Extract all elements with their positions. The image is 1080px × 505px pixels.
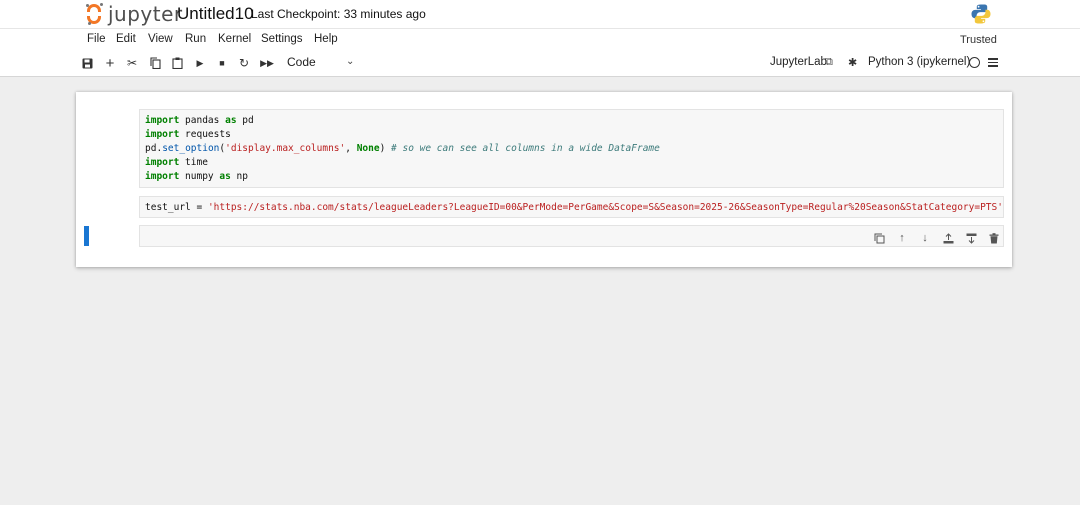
header-top: jupyter Untitled10 Last Checkpoint: 33 m… (0, 0, 1080, 29)
restart-icon[interactable]: ↻ (237, 56, 251, 70)
checkpoint-status: Last Checkpoint: 33 minutes ago (251, 7, 426, 21)
delete-icon[interactable] (987, 231, 1001, 245)
menu-run[interactable]: Run (185, 33, 206, 45)
logo-text: jupyter (108, 2, 183, 26)
code-input[interactable]: import pandas as pd import requests pd.s… (139, 109, 1004, 188)
menu-icon[interactable] (988, 58, 998, 67)
move-down-icon[interactable]: ↓ (918, 231, 932, 245)
external-link-icon[interactable]: ⧉ (825, 56, 833, 69)
insert-below-icon[interactable] (964, 231, 978, 245)
save-icon[interactable] (80, 56, 94, 70)
jupyter-logo[interactable]: jupyter (86, 2, 183, 26)
kernel-name[interactable]: Python 3 (ipykernel) (868, 56, 970, 68)
move-up-icon[interactable]: ↑ (895, 231, 909, 245)
stop-icon[interactable]: ■ (215, 56, 229, 70)
chevron-down-icon[interactable]: ⌄ (346, 56, 354, 67)
menu-help[interactable]: Help (314, 33, 338, 45)
notebook-title[interactable]: Untitled10 (177, 4, 254, 24)
cell-toolbar: ↑ ↓ (872, 231, 1001, 245)
menu-view[interactable]: View (148, 33, 173, 45)
kernel-status-icon (969, 57, 980, 68)
run-icon[interactable]: ▶ (193, 56, 207, 70)
kernel-settings-icon[interactable]: ✱ (848, 56, 857, 69)
fast-forward-icon[interactable]: ▶▶ (260, 56, 274, 70)
jupyter-logo-icon (86, 3, 104, 25)
menubar: File Edit View Run Kernel Settings Help (0, 29, 1080, 51)
duplicate-icon[interactable] (872, 231, 886, 245)
cut-icon[interactable]: ✂ (125, 56, 139, 70)
header: jupyter Untitled10 Last Checkpoint: 33 m… (0, 0, 1080, 77)
cell-selection-bar (84, 226, 89, 246)
trusted-indicator[interactable]: Trusted (955, 32, 1002, 48)
menu-kernel[interactable]: Kernel (218, 33, 251, 45)
python-logo-icon (971, 4, 991, 24)
paste-icon[interactable] (170, 56, 184, 70)
notebook-panel: [1]: import pandas as pd import requests… (76, 92, 1012, 267)
add-icon[interactable]: + (103, 55, 117, 72)
jupyterlab-link[interactable]: JupyterLab (770, 56, 827, 68)
cell-type-select[interactable]: Code (287, 55, 316, 69)
menu-settings[interactable]: Settings (261, 33, 303, 45)
copy-icon[interactable] (148, 56, 162, 70)
code-input[interactable]: test_url = 'https://stats.nba.com/stats/… (139, 196, 1004, 218)
menu-file[interactable]: File (87, 33, 106, 45)
insert-above-icon[interactable] (941, 231, 955, 245)
menu-edit[interactable]: Edit (116, 33, 136, 45)
